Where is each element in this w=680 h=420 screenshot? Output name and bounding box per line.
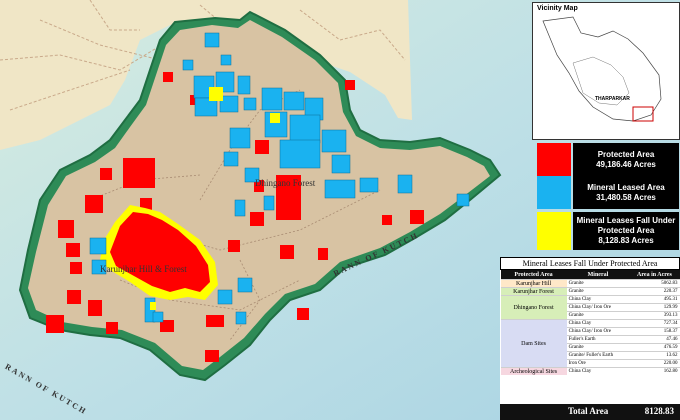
total-value: 8128.83	[644, 406, 674, 416]
legend-overlap-label: Mineral Leases Fall Under Protected Area	[576, 216, 676, 235]
vicinity-map-drawing	[542, 16, 662, 122]
area-value-cell: 162.80	[629, 367, 680, 375]
legend-swatch-yellow	[537, 212, 571, 250]
area-value-cell: 5062.83	[629, 279, 680, 288]
area-value-cell: 393.13	[629, 311, 680, 320]
mineral-cell: China Clay/ Iron Ore	[566, 327, 630, 336]
mineral-cell: China Clay/ Iron Ore	[566, 303, 630, 312]
total-row: Total Area 8128.83	[500, 404, 680, 420]
area-value-cell: 220.00	[629, 359, 680, 368]
legend-protected-value: 49,186.46 Acres	[596, 159, 656, 169]
table-row: Dam Sites China Clay 727.34	[500, 319, 680, 368]
legend-overlap-value: 8,128.83 Acres	[598, 236, 654, 245]
legend-mineral-text: Mineral Leased Area 31,480.58 Acres	[573, 176, 679, 209]
mineral-cell: Granite	[566, 311, 630, 320]
lease-table: Mineral Leases Fall Under Protected Area…	[500, 257, 680, 420]
legend-mineral-value: 31,480.58 Acres	[596, 192, 656, 202]
mineral-cell: Granite/ Fuller's Earth	[566, 351, 630, 360]
header-protected-area: Protected Area	[500, 269, 567, 280]
area-value-cell: 13.62	[629, 351, 680, 360]
legend-protected-text: Protected Area 49,186.46 Acres	[573, 143, 679, 176]
table-row: Karunjhar Forest Granite 220.37	[500, 287, 680, 296]
legend-protected-area: Protected Area 49,186.46 Acres	[537, 143, 679, 176]
area-value-cell: 220.37	[629, 287, 680, 296]
protected-area-cell: Karunjhar Hill	[500, 279, 567, 288]
label-dhingano-forest: Dhingano Forest	[255, 178, 316, 188]
header-area: Area in Acres	[629, 269, 680, 280]
legend-mineral-label: Mineral Leased Area	[587, 182, 665, 192]
protected-area-cell: Dam Sites	[500, 319, 567, 368]
protected-area-cell: Dhingano Forest	[500, 295, 567, 320]
area-value-cell: 476.59	[629, 343, 680, 352]
table-row: Karunjhar Hill Granite 5062.83	[500, 279, 680, 288]
mineral-cell: Granite	[566, 279, 630, 288]
mineral-cell: China Clay	[566, 295, 630, 304]
area-value-cell: 727.34	[629, 319, 680, 328]
vicinity-tharparkar-label: THARPARKAR	[595, 96, 630, 102]
header-mineral: Mineral	[566, 269, 630, 280]
table-row: Archeological Sites China Clay 162.80	[500, 367, 680, 375]
protected-area-cell: Karunjhar Forest	[500, 287, 567, 296]
vicinity-map: Vicinity Map THARPARKAR	[532, 2, 680, 140]
table-row: Dhingano Forest China Clay 495.31	[500, 295, 680, 320]
total-label: Total Area	[568, 406, 609, 416]
legend-overlap: Mineral Leases Fall Under Protected Area…	[537, 212, 679, 250]
mineral-cell: China Clay	[566, 367, 630, 375]
table-title: Mineral Leases Fall Under Protected Area	[500, 257, 680, 270]
protected-area-cell: Archeological Sites	[500, 367, 567, 375]
legend-swatch-blue	[537, 176, 571, 209]
mineral-cell: Fuller's Earth	[566, 335, 630, 344]
table-body: Karunjhar Hill Granite 5062.83 Karunjhar Fo…	[500, 279, 680, 375]
legend-overlap-text: Mineral Leases Fall Under Protected Area…	[573, 212, 679, 250]
area-value-cell: 129.99	[629, 303, 680, 312]
area-value-cell: 47.46	[629, 335, 680, 344]
mineral-cell: Granite	[566, 343, 630, 352]
legend-swatch-red	[537, 143, 571, 176]
mineral-cell: Granite	[566, 287, 630, 296]
mineral-cell: China Clay	[566, 319, 630, 328]
mineral-cell: Iron Ore	[566, 359, 630, 368]
legend-mineral-leased: Mineral Leased Area 31,480.58 Acres	[537, 176, 679, 209]
label-karunjhar-hill: Karunjhar Hill & Forest	[100, 264, 187, 274]
area-value-cell: 495.31	[629, 295, 680, 304]
legend-protected-label: Protected Area	[597, 149, 655, 159]
area-value-cell: 158.37	[629, 327, 680, 336]
